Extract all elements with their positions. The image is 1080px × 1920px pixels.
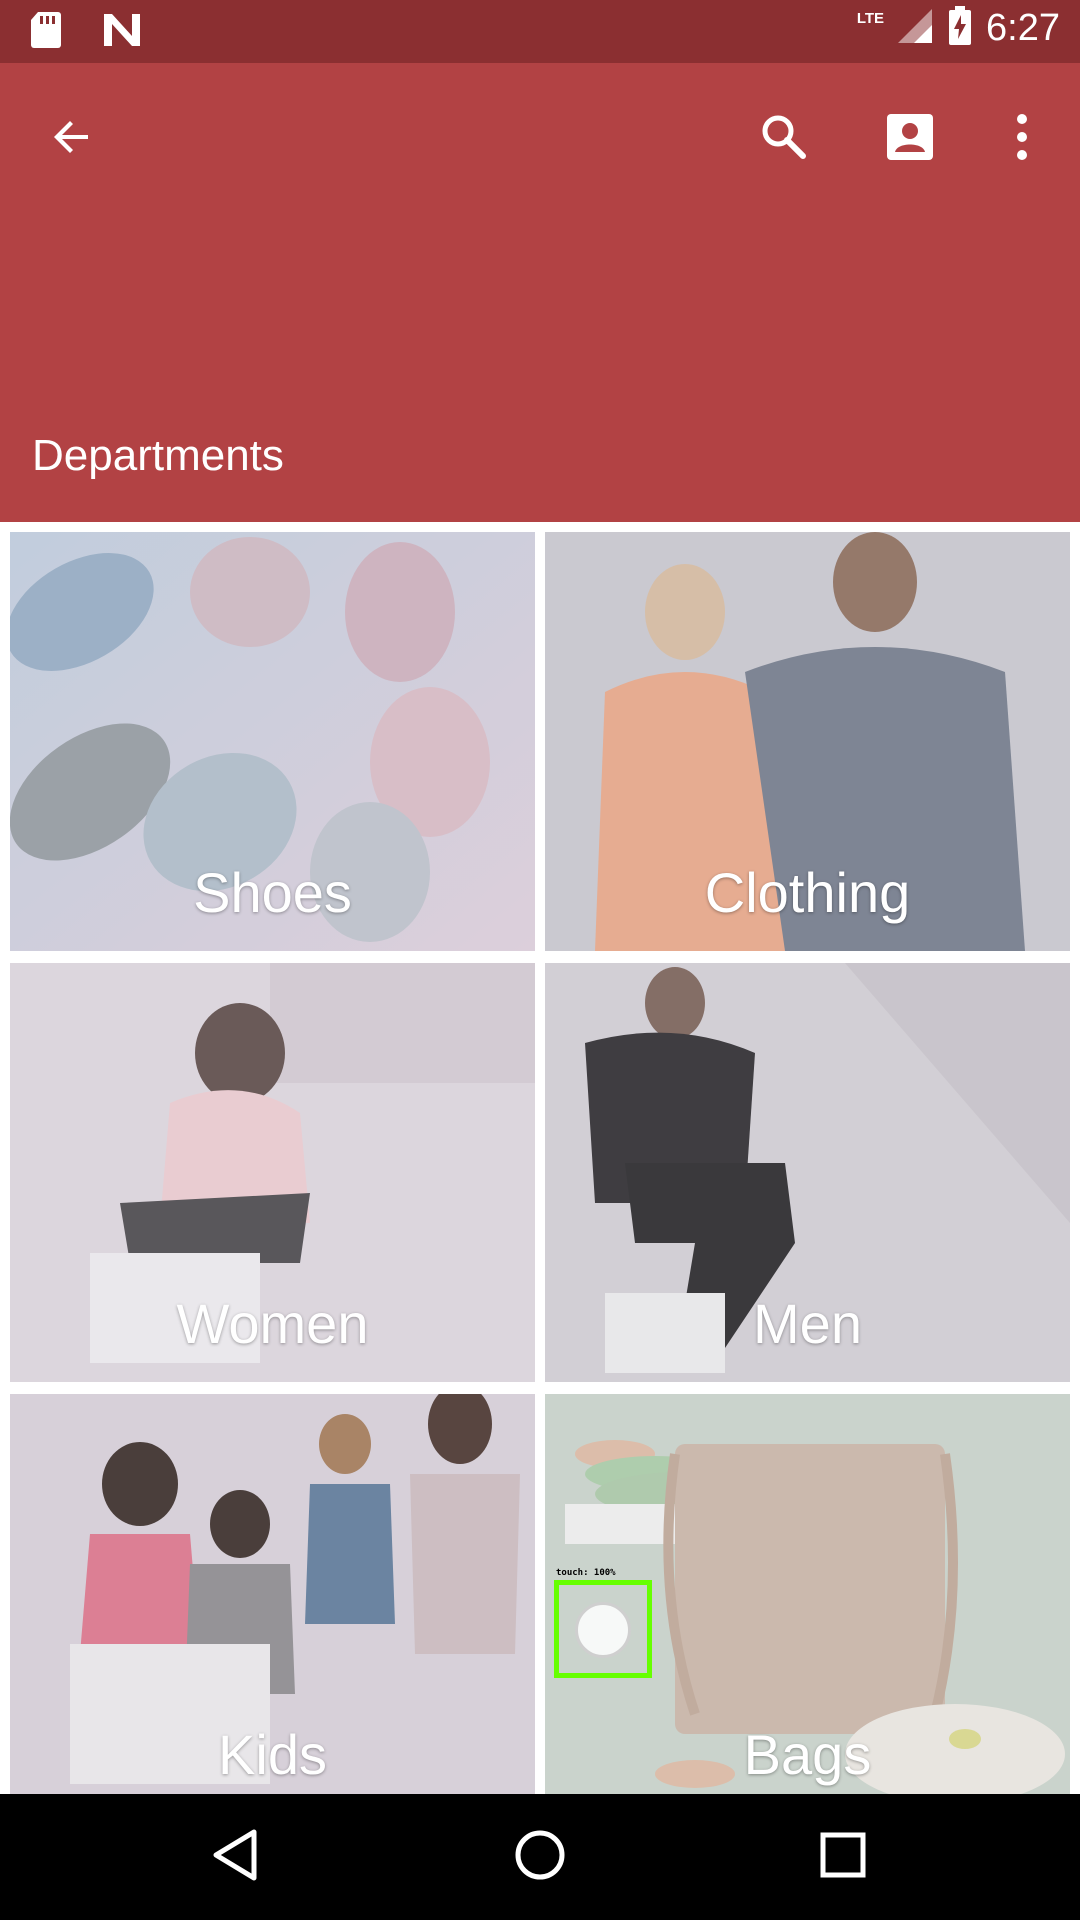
department-tile-women[interactable]: Women — [10, 963, 535, 1382]
department-tile-clothing[interactable]: Clothing — [545, 532, 1070, 951]
status-time: 6:27 — [986, 7, 1060, 49]
home-circle-icon — [513, 1828, 567, 1887]
battery-charging-icon — [948, 6, 972, 51]
account-box-icon — [885, 112, 935, 167]
page-title: Departments — [32, 431, 284, 480]
nav-recents-button[interactable] — [808, 1822, 878, 1892]
back-button[interactable] — [40, 107, 104, 171]
n-notification-icon — [102, 12, 142, 53]
touch-indicator-label: touch: 100% — [556, 1568, 616, 1578]
touch-indicator-dot — [575, 1602, 631, 1658]
network-type-label: LTE — [856, 10, 885, 27]
sd-card-icon — [30, 10, 62, 55]
department-label: Bags — [743, 1723, 872, 1786]
department-label: Kids — [218, 1723, 327, 1786]
more-options-button[interactable] — [990, 107, 1054, 171]
department-tile-shoes[interactable]: Shoes — [10, 532, 535, 951]
department-grid: Shoes Clothing Women Men Kids Bags — [0, 522, 1080, 1794]
account-button[interactable] — [878, 107, 942, 171]
status-bar: LTE 6:27 — [0, 0, 1080, 63]
department-label: Men — [753, 1292, 862, 1355]
department-label: Shoes — [193, 861, 352, 924]
department-label: Clothing — [704, 861, 911, 924]
search-button[interactable] — [752, 107, 816, 171]
back-arrow-icon — [48, 113, 96, 166]
search-icon — [759, 112, 809, 167]
department-tile-kids[interactable]: Kids — [10, 1394, 535, 1794]
department-label: Women — [176, 1292, 369, 1355]
navigation-bar — [0, 1794, 1080, 1920]
department-tile-men[interactable]: Men — [545, 963, 1070, 1382]
signal-icon — [898, 7, 934, 50]
more-vert-icon — [1014, 113, 1030, 166]
nav-back-button[interactable] — [200, 1822, 270, 1892]
nav-home-button[interactable] — [505, 1822, 575, 1892]
back-triangle-icon — [210, 1828, 260, 1887]
app-bar: Departments — [0, 63, 1080, 522]
recents-square-icon — [818, 1830, 868, 1885]
